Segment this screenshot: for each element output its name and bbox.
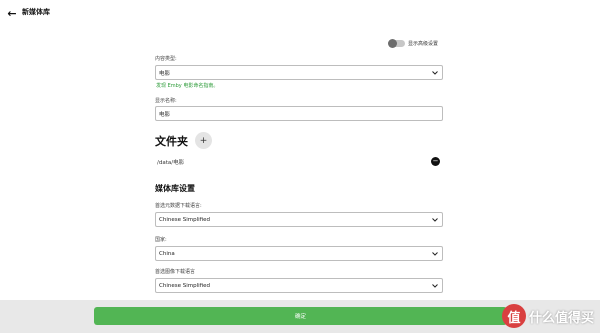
ok-button[interactable]: 确定 — [94, 307, 507, 325]
folder-item: /data/电影 − — [155, 154, 443, 169]
advanced-settings-label: 显示高级设置 — [408, 40, 439, 47]
header-bar: ← 新媒体库 — [0, 0, 600, 28]
toggle-switch[interactable] — [388, 38, 405, 48]
folder-path: /data/电影 — [157, 159, 185, 166]
content-type-select[interactable]: 电影 — [155, 65, 443, 80]
content-type-label: 内容类型: — [155, 56, 177, 62]
image-language-select[interactable]: Chinese Simplified — [155, 278, 443, 293]
chevron-down-icon — [431, 69, 439, 77]
country-value: China — [159, 250, 175, 257]
library-form: 显示高级设置 内容类型: 电影 发现 Emby 电影命名指南。 显示名称: 电影… — [0, 28, 600, 300]
watermark-logo: 值 — [501, 304, 526, 328]
remove-folder-icon[interactable]: − — [431, 157, 440, 166]
watermark: 值 什么值得买 — [501, 304, 594, 328]
watermark-text: 什么值得买 — [528, 310, 594, 326]
metadata-language-label: 首选元数据下载语言: — [155, 203, 202, 209]
metadata-language-value: Chinese Simplified — [159, 216, 210, 223]
footer-bar: 确定 值 什么值得买 — [0, 300, 600, 333]
country-label: 国家: — [155, 237, 167, 243]
chevron-down-icon — [431, 216, 439, 224]
folders-heading: 文件夹 — [155, 135, 188, 148]
chevron-down-icon — [431, 282, 439, 290]
chevron-down-icon — [431, 250, 439, 258]
country-select[interactable]: China — [155, 246, 443, 261]
page-title: 新媒体库 — [22, 8, 50, 16]
library-settings-heading: 媒体库设置 — [155, 184, 195, 193]
content-type-value: 电影 — [159, 70, 171, 77]
naming-guide-link[interactable]: 发现 Emby 电影命名指南。 — [156, 82, 218, 89]
display-name-value: 电影 — [159, 111, 171, 118]
image-language-value: Chinese Simplified — [159, 282, 210, 289]
image-language-label: 首选图像下载语言 — [155, 269, 196, 275]
display-name-input[interactable]: 电影 — [155, 106, 443, 121]
back-arrow-icon[interactable]: ← — [6, 7, 18, 20]
add-folder-button[interactable]: + — [195, 132, 212, 149]
toggle-knob — [388, 38, 397, 48]
metadata-language-select[interactable]: Chinese Simplified — [155, 212, 443, 227]
display-name-label: 显示名称: — [155, 98, 177, 104]
advanced-settings-toggle[interactable]: 显示高级设置 — [388, 38, 439, 48]
